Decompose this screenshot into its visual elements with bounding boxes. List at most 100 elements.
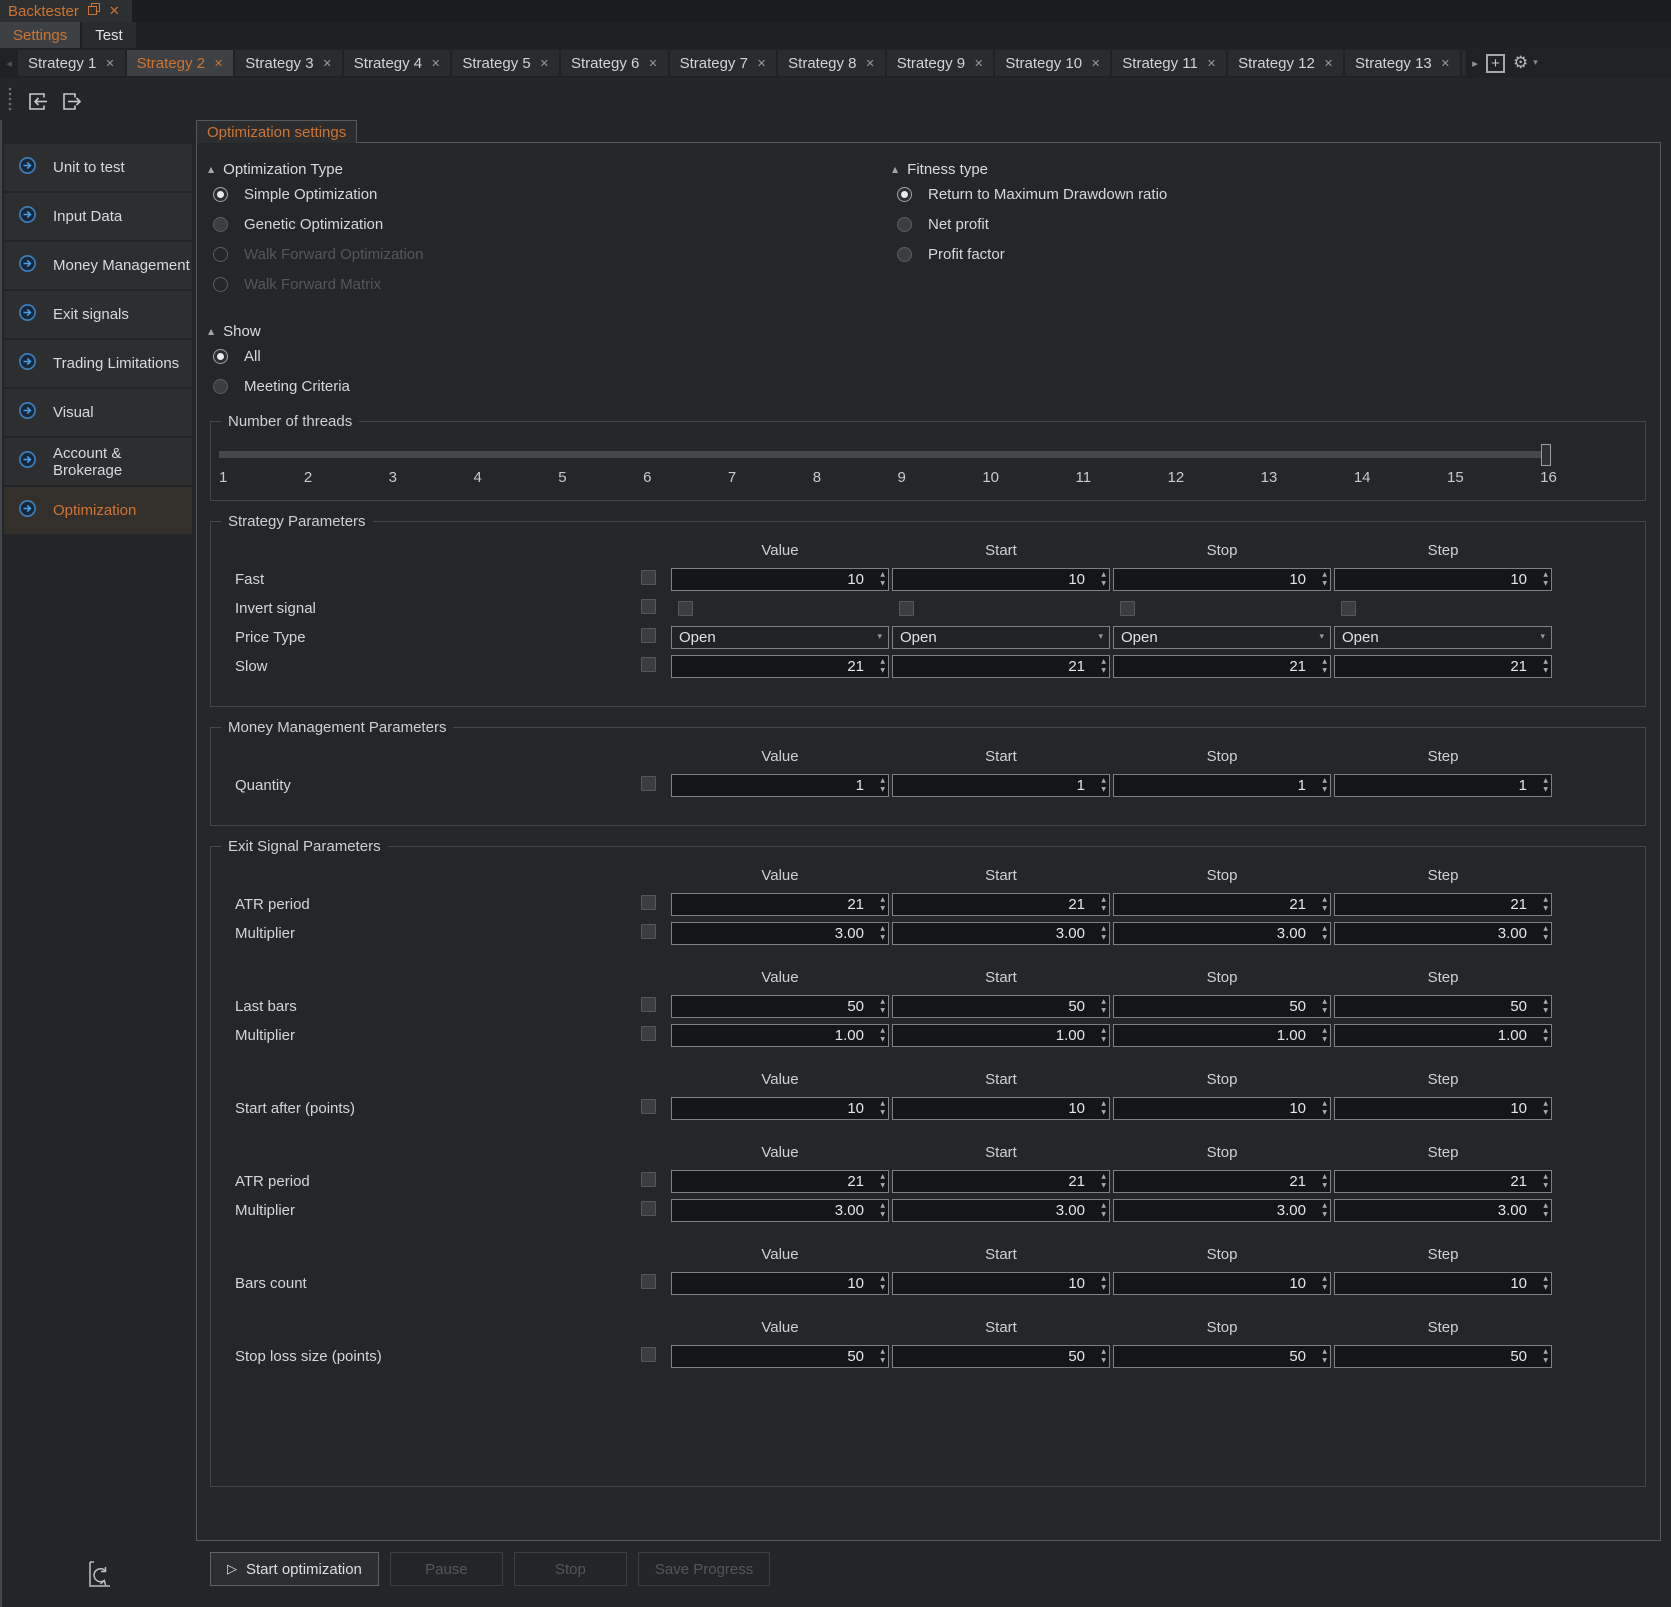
optimize-checkbox[interactable] (641, 657, 656, 672)
strategy-tab[interactable]: Strategy 4 ✕ (344, 50, 451, 76)
radio-option[interactable]: Profit factor (892, 239, 1648, 269)
step-select[interactable]: Open▾ (1334, 626, 1552, 649)
close-tab-icon[interactable]: ✕ (431, 57, 440, 70)
sidebar-item[interactable]: Unit to test (4, 144, 192, 191)
fitness-type-header[interactable]: ▲ Fitness type (892, 159, 1648, 179)
stop-input[interactable]: 1▲▼ (1113, 774, 1331, 797)
radio-option[interactable]: Net profit (892, 209, 1648, 239)
main-tab[interactable]: Settings (0, 22, 80, 48)
step-input[interactable]: 3.00▲▼ (1334, 922, 1552, 945)
spinner[interactable]: ▲▼ (1322, 1347, 1327, 1365)
step-input[interactable]: 10▲▼ (1334, 1272, 1552, 1295)
radio-option[interactable]: Walk Forward Matrix (208, 269, 892, 299)
optimize-checkbox[interactable] (641, 1172, 656, 1187)
radio-icon[interactable] (897, 187, 912, 202)
sidebar-item[interactable]: Money Management (4, 242, 192, 289)
stop-input[interactable]: 21▲▼ (1113, 893, 1331, 916)
export-panel-icon[interactable] (60, 90, 83, 113)
strategy-tab[interactable]: Strategy 9 ✕ (887, 50, 994, 76)
spinner[interactable]: ▲▼ (1101, 1274, 1106, 1292)
spinner[interactable]: ▲▼ (880, 924, 885, 942)
radio-icon[interactable] (213, 187, 228, 202)
collapse-icon[interactable]: ▲ (208, 165, 214, 174)
strategy-tab[interactable]: Strategy 6 ✕ (561, 50, 668, 76)
scroll-right-icon[interactable]: ▸ (1466, 57, 1484, 70)
spinner[interactable]: ▲▼ (1543, 1201, 1548, 1219)
spinner[interactable]: ▲▼ (1101, 1347, 1106, 1365)
spinner[interactable]: ▲▼ (1101, 776, 1106, 794)
radio-icon[interactable] (213, 217, 228, 232)
action-button[interactable]: ▷ Pause (390, 1552, 503, 1586)
spinner[interactable]: ▲▼ (1101, 1201, 1106, 1219)
spinner[interactable]: ▲▼ (1322, 1201, 1327, 1219)
stop-input[interactable]: 3.00▲▼ (1113, 1199, 1331, 1222)
step-input[interactable]: 21▲▼ (1334, 1170, 1552, 1193)
spinner[interactable]: ▲▼ (1101, 924, 1106, 942)
value-input[interactable]: 1.00▲▼ (671, 1024, 889, 1047)
spinner[interactable]: ▲▼ (1322, 1172, 1327, 1190)
value-input[interactable]: 3.00▲▼ (671, 1199, 889, 1222)
step-input[interactable]: 50▲▼ (1334, 1345, 1552, 1368)
spinner[interactable]: ▲▼ (1322, 570, 1327, 588)
radio-icon[interactable] (213, 379, 228, 394)
spinner[interactable]: ▲▼ (1322, 776, 1327, 794)
start-input[interactable]: 10▲▼ (892, 568, 1110, 591)
spinner[interactable]: ▲▼ (1543, 895, 1548, 913)
start-input[interactable]: 50▲▼ (892, 1345, 1110, 1368)
spinner[interactable]: ▲▼ (1101, 570, 1106, 588)
spinner[interactable]: ▲▼ (880, 1347, 885, 1365)
close-tab-icon[interactable]: ✕ (648, 57, 657, 70)
stop-input[interactable]: 1.00▲▼ (1113, 1024, 1331, 1047)
close-tab-icon[interactable]: ✕ (757, 57, 766, 70)
spinner[interactable]: ▲▼ (880, 1099, 885, 1117)
value-input[interactable]: 21▲▼ (671, 655, 889, 678)
stop-input[interactable]: 3.00▲▼ (1113, 922, 1331, 945)
step-input[interactable]: 1▲▼ (1334, 774, 1552, 797)
value-input[interactable]: 10▲▼ (671, 1097, 889, 1120)
value-checkbox[interactable] (678, 601, 693, 616)
strategy-tab[interactable]: Strategy 5 ✕ (452, 50, 559, 76)
import-panel-icon[interactable] (25, 90, 48, 113)
start-input[interactable]: 10▲▼ (892, 1272, 1110, 1295)
spinner[interactable]: ▲▼ (1543, 1026, 1548, 1044)
spinner[interactable]: ▲▼ (1322, 1099, 1327, 1117)
value-input[interactable]: 10▲▼ (671, 1272, 889, 1295)
strategy-tab[interactable]: Strategy 7 ✕ (670, 50, 777, 76)
start-input[interactable]: 21▲▼ (892, 893, 1110, 916)
start-checkbox[interactable] (899, 601, 914, 616)
action-button[interactable]: ▷ Stop (514, 1552, 627, 1586)
close-tab-icon[interactable]: ✕ (105, 57, 114, 70)
start-input[interactable]: 3.00▲▼ (892, 922, 1110, 945)
strategy-tab[interactable]: Strategy 1 ✕ (18, 50, 125, 76)
optimization-settings-tab[interactable]: Optimization settings (196, 120, 357, 143)
spinner[interactable]: ▲▼ (1101, 1099, 1106, 1117)
step-input[interactable]: 10▲▼ (1334, 1097, 1552, 1120)
drag-handle-icon[interactable] (7, 85, 13, 118)
value-select[interactable]: Open▾ (671, 626, 889, 649)
close-tab-icon[interactable]: ✕ (323, 57, 332, 70)
value-input[interactable]: 21▲▼ (671, 893, 889, 916)
slider-thumb[interactable] (1541, 444, 1551, 466)
stop-input[interactable]: 10▲▼ (1113, 1272, 1331, 1295)
spinner[interactable]: ▲▼ (1543, 1274, 1548, 1292)
spinner[interactable]: ▲▼ (880, 1026, 885, 1044)
value-input[interactable]: 10▲▼ (671, 568, 889, 591)
value-input[interactable]: 50▲▼ (671, 1345, 889, 1368)
spinner[interactable]: ▲▼ (1101, 657, 1106, 675)
spinner[interactable]: ▲▼ (1322, 895, 1327, 913)
threads-slider[interactable] (219, 444, 1551, 466)
sidebar-item[interactable]: Optimization (4, 487, 192, 534)
gear-dropdown-icon[interactable]: ▾ (1533, 58, 1538, 68)
start-select[interactable]: Open▾ (892, 626, 1110, 649)
optimize-checkbox[interactable] (641, 895, 656, 910)
optimize-checkbox[interactable] (641, 997, 656, 1012)
spinner[interactable]: ▲▼ (880, 570, 885, 588)
step-input[interactable]: 3.00▲▼ (1334, 1199, 1552, 1222)
spinner[interactable]: ▲▼ (1322, 1026, 1327, 1044)
close-tab-icon[interactable]: ✕ (1324, 57, 1333, 70)
stop-input[interactable]: 50▲▼ (1113, 1345, 1331, 1368)
radio-icon[interactable] (213, 349, 228, 364)
spinner[interactable]: ▲▼ (1543, 924, 1548, 942)
sidebar-item[interactable]: Account & Brokerage (4, 438, 192, 485)
optimization-type-header[interactable]: ▲ Optimization Type (208, 159, 892, 179)
